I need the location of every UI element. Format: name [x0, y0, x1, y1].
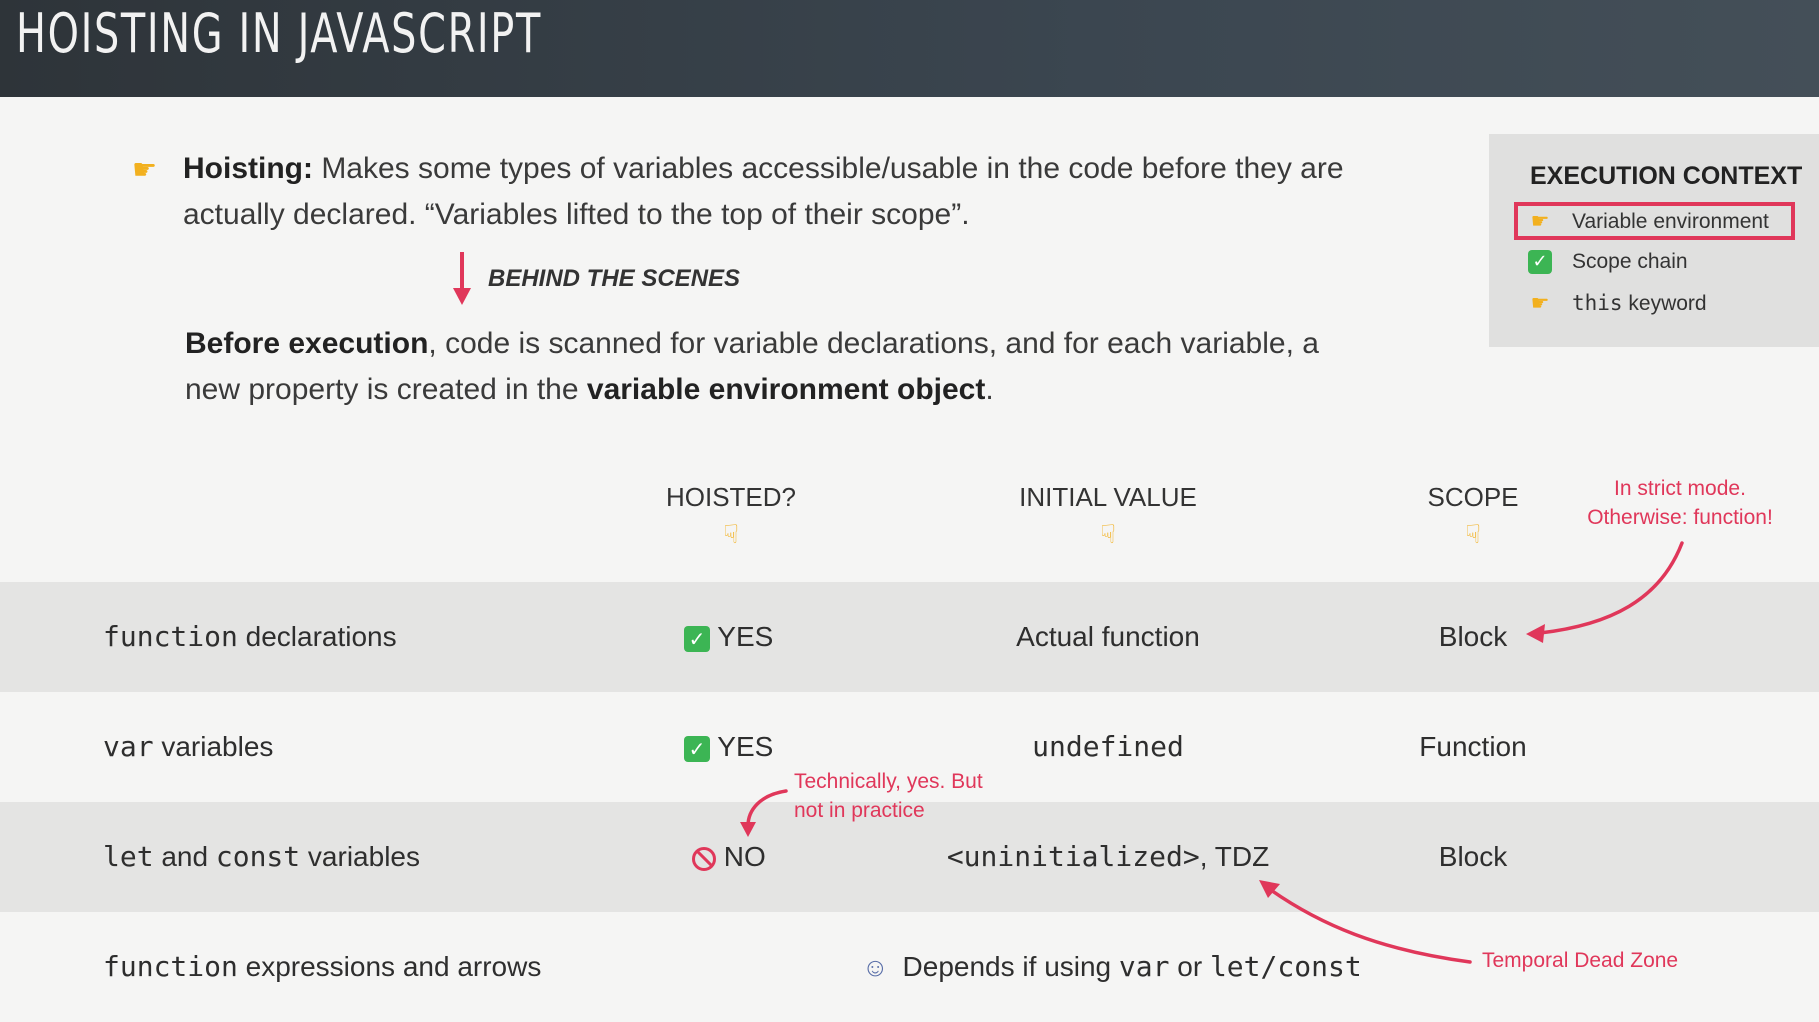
- annotation-arrows: [740, 541, 1684, 964]
- strict-arrow: [1538, 541, 1684, 635]
- tdz-arrow: [1266, 886, 1472, 964]
- technically-arrow: [746, 789, 788, 828]
